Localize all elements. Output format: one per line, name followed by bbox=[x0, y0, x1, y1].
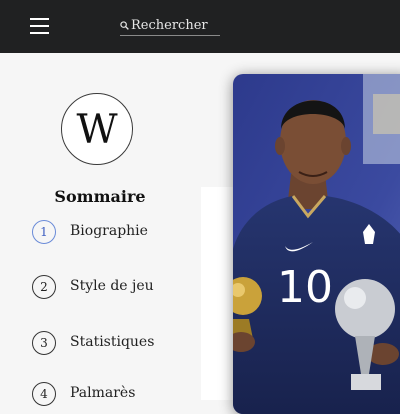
toc-item-label: Biographie bbox=[70, 223, 148, 239]
hero-photo[interactable]: 10 bbox=[233, 74, 400, 414]
toc-item-label: Palmarès bbox=[70, 385, 136, 401]
toc-number-badge: 4 bbox=[32, 382, 56, 406]
toc-item-biographie[interactable]: 1 Biographie bbox=[32, 220, 192, 246]
jersey-number: 10 bbox=[277, 262, 333, 313]
search-icon bbox=[120, 21, 129, 30]
toc-title: Sommaire bbox=[54, 187, 146, 206]
toc-number-badge: 3 bbox=[32, 331, 56, 355]
search-input[interactable] bbox=[131, 16, 219, 34]
wikipedia-w-icon: W bbox=[76, 107, 118, 153]
player-photo-illustration: 10 bbox=[233, 74, 400, 414]
toc-number-badge: 2 bbox=[32, 275, 56, 299]
toc-item-style-de-jeu[interactable]: 2 Style de jeu bbox=[32, 275, 192, 301]
toc-number-badge: 1 bbox=[32, 220, 56, 244]
top-bar bbox=[0, 0, 400, 53]
toc-item-label: Style de jeu bbox=[70, 278, 154, 294]
search-box[interactable] bbox=[120, 16, 220, 36]
toc-item-statistiques[interactable]: 3 Statistiques bbox=[32, 331, 192, 357]
toc-item-label: Statistiques bbox=[70, 334, 155, 350]
wikipedia-logo[interactable]: W bbox=[61, 93, 133, 165]
hamburger-menu-icon[interactable] bbox=[28, 16, 52, 36]
toc-item-palmares[interactable]: 4 Palmarès bbox=[32, 382, 192, 408]
